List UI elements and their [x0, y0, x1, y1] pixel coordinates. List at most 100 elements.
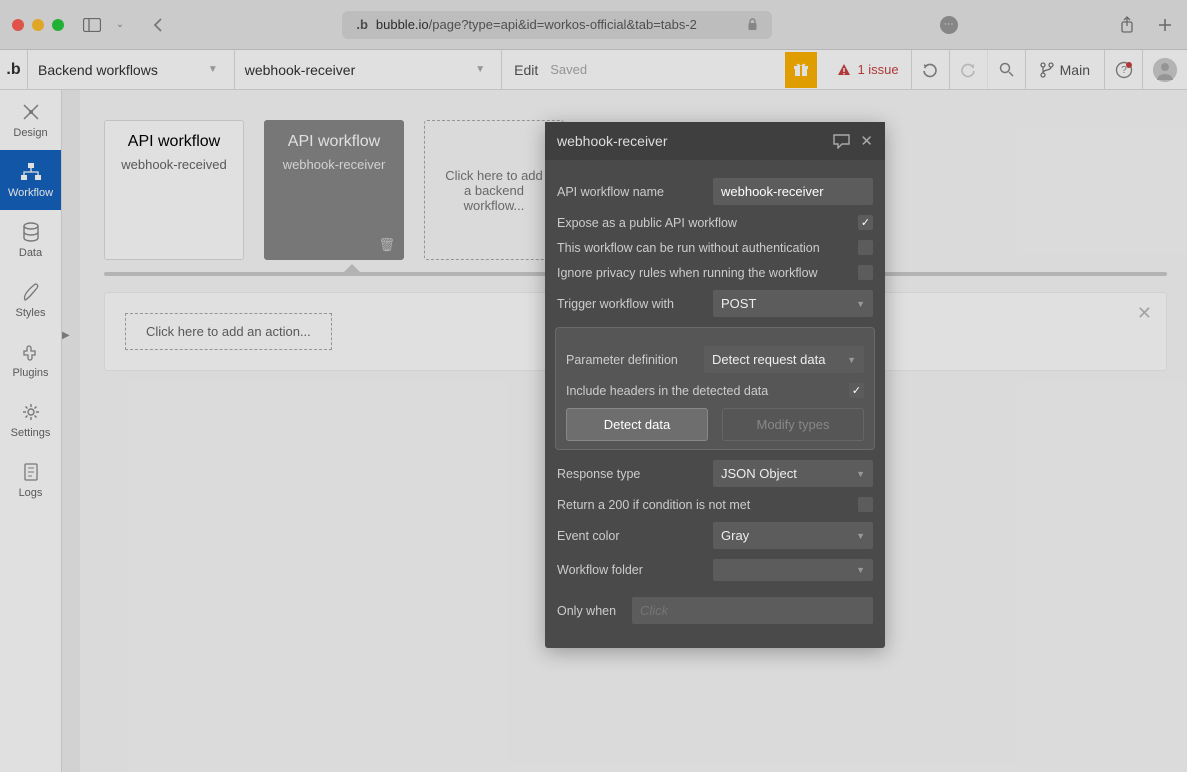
field-label: Expose as a public API workflow: [557, 216, 848, 230]
search-button[interactable]: [988, 50, 1026, 89]
comment-icon[interactable]: [833, 134, 850, 149]
ignore-privacy-checkbox[interactable]: [858, 265, 873, 280]
plugins-icon: [20, 341, 42, 363]
styles-icon: [20, 281, 42, 303]
maximize-window-button[interactable]: [52, 19, 64, 31]
divider-arrow: [344, 264, 360, 272]
select-value: Detect request data: [712, 352, 825, 367]
sidebar-toggle-icon[interactable]: [82, 15, 102, 35]
caret-icon: ▼: [856, 299, 865, 309]
sidebar-label: Settings: [11, 427, 51, 439]
workflow-dropdown-label: webhook-receiver: [245, 62, 356, 78]
only-when-input[interactable]: [632, 597, 873, 624]
chevron-down-icon[interactable]: ⌄: [110, 15, 130, 35]
user-avatar[interactable]: [1153, 58, 1177, 82]
response-type-select[interactable]: JSON Object▼: [713, 460, 873, 487]
close-window-button[interactable]: [12, 19, 24, 31]
expand-sidebar-icon[interactable]: ▶: [62, 330, 70, 341]
warning-icon: [837, 63, 851, 77]
share-icon[interactable]: [1117, 15, 1137, 35]
paramdef-select[interactable]: Detect request data ▼: [704, 346, 864, 373]
add-workflow-label: Click here to add a backend workflow...: [441, 168, 547, 213]
left-sidebar: Design Workflow Data Styles Plugins Sett…: [0, 90, 62, 772]
close-panel-icon[interactable]: ✕: [860, 132, 873, 150]
properties-panel: webhook-receiver ✕ API workflow name Exp…: [545, 122, 885, 648]
field-label: API workflow name: [557, 185, 703, 199]
branch-button[interactable]: Main: [1026, 50, 1105, 89]
field-label: Parameter definition: [566, 353, 694, 367]
workflow-name-input[interactable]: [713, 178, 873, 205]
field-label: Workflow folder: [557, 563, 703, 577]
undo-button[interactable]: [912, 50, 950, 89]
field-label: Only when: [557, 604, 622, 618]
minimize-window-button[interactable]: [32, 19, 44, 31]
trash-icon[interactable]: 🗑: [378, 237, 395, 253]
detect-data-button[interactable]: Detect data: [566, 408, 708, 441]
include-headers-checkbox[interactable]: ✓: [849, 383, 864, 398]
workflow-subtitle: webhook-receiver: [277, 157, 391, 172]
return-200-checkbox[interactable]: [858, 497, 873, 512]
url-text: bubble.io/page?type=api&id=workos-offici…: [376, 17, 697, 32]
trigger-select[interactable]: POST ▼: [713, 290, 873, 317]
branch-label: Main: [1060, 62, 1090, 78]
sidebar-label: Design: [13, 127, 47, 139]
field-label: Trigger workflow with: [557, 297, 703, 311]
reader-icon[interactable]: ⋯: [940, 16, 958, 34]
issues-button[interactable]: 1 issue: [825, 50, 911, 89]
panel-header[interactable]: webhook-receiver ✕: [545, 122, 885, 160]
field-label: Return a 200 if condition is not met: [557, 498, 848, 512]
view-dropdown[interactable]: Backend workflows ▼: [28, 50, 235, 89]
edit-mode-label[interactable]: Edit: [502, 62, 550, 78]
noauth-checkbox[interactable]: [858, 240, 873, 255]
sidebar-item-logs[interactable]: Logs: [0, 450, 61, 510]
field-label: This workflow can be run without authent…: [557, 241, 848, 255]
workflow-dropdown[interactable]: webhook-receiver ▼: [235, 50, 502, 89]
close-actions-icon[interactable]: ✕: [1137, 303, 1152, 324]
gift-button[interactable]: [785, 52, 817, 88]
select-value: POST: [721, 296, 756, 311]
new-tab-icon[interactable]: [1155, 15, 1175, 35]
back-button[interactable]: [148, 15, 168, 35]
field-label: Ignore privacy rules when running the wo…: [557, 266, 848, 280]
sidebar-item-workflow[interactable]: Workflow: [0, 150, 61, 210]
app-toolbar: .b Backend workflows ▼ webhook-receiver …: [0, 50, 1187, 90]
highlighted-parameter-group: Parameter definition Detect request data…: [555, 327, 875, 450]
data-icon: [20, 221, 42, 243]
expose-checkbox[interactable]: ✓: [858, 215, 873, 230]
workflow-icon: [20, 161, 42, 183]
caret-icon: ▼: [856, 531, 865, 541]
saved-status: Saved: [550, 62, 587, 77]
url-bar[interactable]: .b bubble.io/page?type=api&id=workos-off…: [342, 11, 772, 39]
sidebar-item-design[interactable]: Design: [0, 90, 61, 150]
caret-icon: ▼: [847, 355, 856, 365]
workflow-title: API workflow: [277, 133, 391, 151]
sidebar-item-plugins[interactable]: Plugins: [0, 330, 61, 390]
branch-icon: [1040, 62, 1054, 78]
bubble-logo[interactable]: .b: [0, 50, 28, 90]
logs-icon: [20, 461, 42, 483]
sidebar-label: Logs: [19, 487, 43, 499]
workflow-block[interactable]: API workflow webhook-received: [104, 120, 244, 260]
add-action-label: Click here to add an action...: [146, 324, 311, 339]
bubble-favicon-icon: .b: [356, 17, 368, 32]
modify-types-button[interactable]: Modify types: [722, 408, 864, 441]
svg-text:?: ?: [1121, 65, 1127, 76]
issues-count: 1 issue: [857, 62, 898, 77]
add-action-block[interactable]: Click here to add an action...: [125, 313, 332, 350]
event-color-select[interactable]: Gray ▼: [713, 522, 873, 549]
caret-icon: ▼: [475, 64, 485, 75]
redo-button[interactable]: [950, 50, 988, 89]
workflow-folder-select[interactable]: ▼: [713, 559, 873, 581]
sidebar-item-styles[interactable]: Styles: [0, 270, 61, 330]
caret-icon: ▼: [856, 565, 865, 575]
add-workflow-block[interactable]: Click here to add a backend workflow...: [424, 120, 564, 260]
sidebar-item-settings[interactable]: Settings: [0, 390, 61, 450]
workflow-title: API workflow: [117, 133, 231, 151]
traffic-lights: [12, 19, 64, 31]
select-value: Gray: [721, 528, 749, 543]
workflow-block-selected[interactable]: API workflow webhook-receiver 🗑: [264, 120, 404, 260]
workflow-subtitle: webhook-received: [117, 157, 231, 172]
sidebar-item-data[interactable]: Data: [0, 210, 61, 270]
browser-chrome: ⌄ .b bubble.io/page?type=api&id=workos-o…: [0, 0, 1187, 50]
help-button[interactable]: ?: [1105, 50, 1143, 89]
